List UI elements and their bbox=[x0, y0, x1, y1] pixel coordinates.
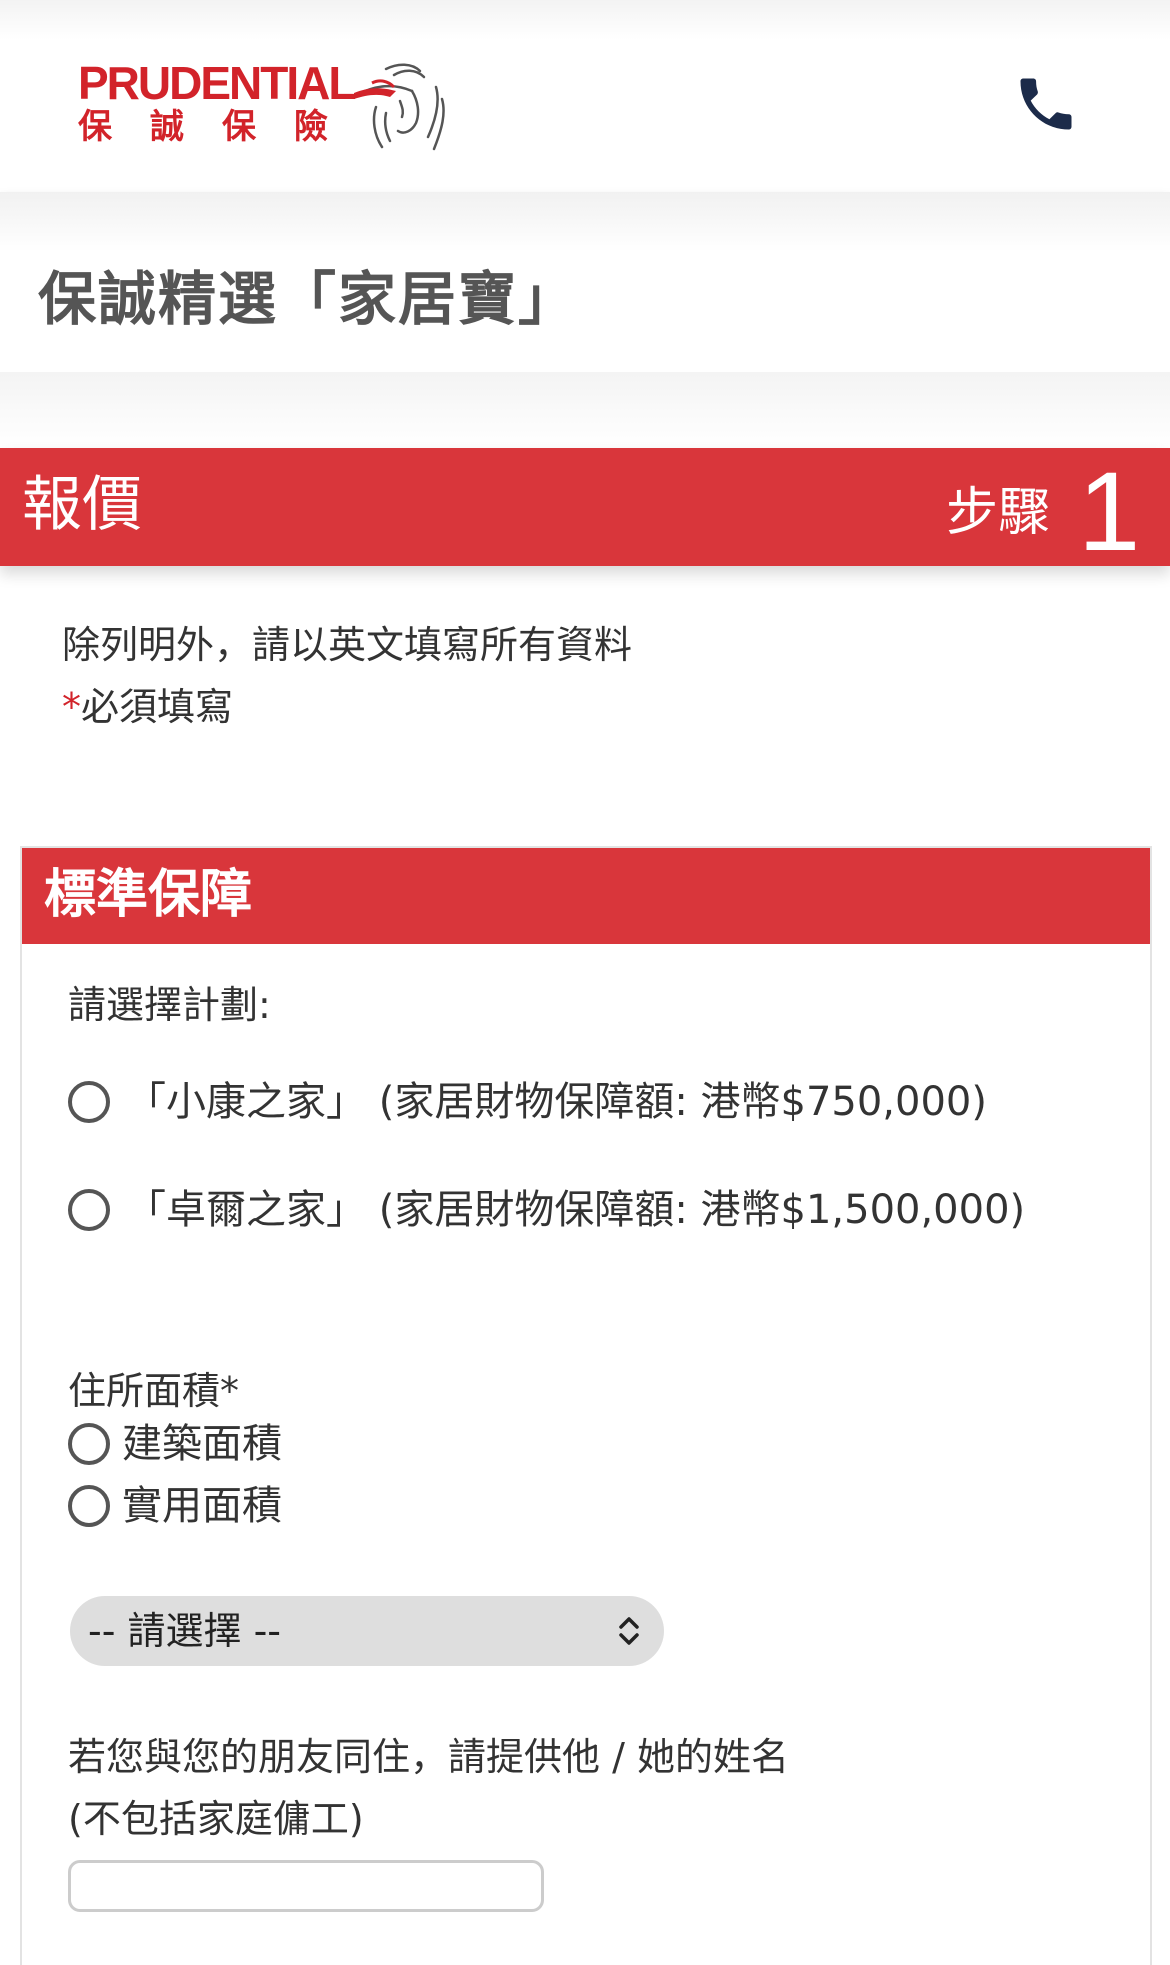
logo-char: 誠 bbox=[150, 107, 184, 147]
chevron-updown-icon bbox=[619, 1617, 639, 1645]
logo-char: 險 bbox=[294, 107, 328, 147]
area-size-select[interactable]: -- 請選擇 -- bbox=[70, 1596, 664, 1666]
prudential-logo[interactable]: PRUDENTIAL 保 誠 保 險 bbox=[78, 55, 463, 155]
section-title: 標準保障 bbox=[44, 865, 253, 925]
area-option-gross[interactable]: 建築面積 bbox=[68, 1418, 282, 1470]
logo-char: 保 bbox=[78, 107, 112, 147]
area-option-label: 建築面積 bbox=[122, 1421, 282, 1467]
instruction-english-note: 除列明外，請以英文填寫所有資料 bbox=[62, 623, 633, 667]
step-number: 1 bbox=[1078, 449, 1141, 574]
plan-radio-1[interactable] bbox=[68, 1081, 110, 1123]
plan-option-1[interactable]: 「小康之家」 (家居財物保障額: 港幣$750,000) bbox=[68, 1076, 987, 1128]
instructions: 除列明外，請以英文填寫所有資料 *必須填寫 bbox=[62, 614, 632, 738]
plan-radio-2[interactable] bbox=[68, 1189, 110, 1231]
step-banner: 報價 步驟 1 bbox=[0, 448, 1170, 572]
prudence-head-icon bbox=[354, 63, 445, 151]
plan-option-label: 「卓爾之家」 (家居財物保障額: 港幣$1,500,000) bbox=[126, 1187, 1026, 1233]
friend-name-input[interactable] bbox=[68, 1860, 544, 1912]
divider-band bbox=[0, 372, 1170, 448]
step-label: 步驟 bbox=[946, 483, 1051, 543]
select-value: -- 請選擇 -- bbox=[88, 1609, 282, 1653]
page-title: 保誠精選「家居寶」 bbox=[38, 265, 579, 333]
plan-option-label: 「小康之家」 (家居財物保障額: 港幣$750,000) bbox=[126, 1079, 987, 1125]
site-header: PRUDENTIAL 保 誠 保 險 bbox=[0, 0, 1170, 192]
area-option-saleable[interactable]: 實用面積 bbox=[68, 1480, 282, 1532]
section-header: 標準保障 bbox=[22, 848, 1150, 944]
area-radio-gross[interactable] bbox=[68, 1423, 110, 1465]
logo-wordmark: PRUDENTIAL bbox=[78, 57, 356, 109]
logo-chinese: 保 誠 保 險 bbox=[78, 105, 328, 149]
logo-char: 保 bbox=[222, 107, 256, 147]
plan-option-2[interactable]: 「卓爾之家」 (家居財物保障額: 港幣$1,500,000) bbox=[68, 1184, 1025, 1236]
required-star: * bbox=[62, 685, 81, 729]
product-title-bar: 保誠精選「家居寶」 bbox=[0, 192, 1170, 372]
required-note: *必須填寫 bbox=[62, 676, 632, 738]
phone-icon[interactable] bbox=[1012, 70, 1080, 138]
plan-label: 請選擇計劃: bbox=[68, 983, 271, 1027]
page: PRUDENTIAL 保 誠 保 險 保誠精選「家居寶」 報價 步驟 1 除列明… bbox=[0, 0, 1170, 1965]
step-title: 報價 bbox=[22, 470, 142, 540]
standard-coverage-card: 標準保障 請選擇計劃: 「小康之家」 (家居財物保障額: 港幣$750,000)… bbox=[20, 846, 1152, 1965]
area-label: 住所面積* bbox=[68, 1369, 240, 1413]
area-option-label: 實用面積 bbox=[122, 1483, 282, 1529]
friend-name-label: 若您與您的朋友同住，請提供他 / 她的姓名 bbox=[68, 1735, 789, 1779]
friend-name-note: (不包括家庭傭工) bbox=[68, 1797, 364, 1841]
required-text: 必須填寫 bbox=[81, 685, 234, 729]
area-radio-saleable[interactable] bbox=[68, 1485, 110, 1527]
